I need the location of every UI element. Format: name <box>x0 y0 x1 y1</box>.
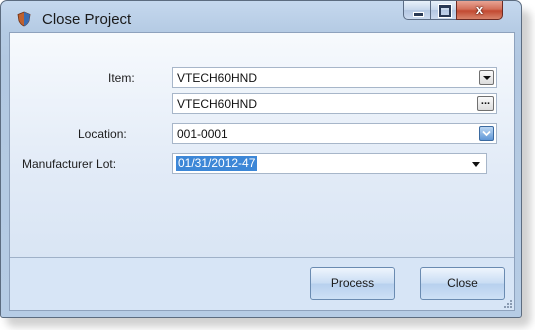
item-description-field[interactable]: VTECH60HND ... <box>172 93 497 114</box>
manufacturer-lot-label: Manufacturer Lot: <box>22 157 117 171</box>
resize-grip-icon[interactable] <box>502 298 512 308</box>
dialog-client-area: Item: VTECH60HND VTECH60HND ... Location… <box>9 32 515 311</box>
chevron-down-icon <box>482 130 491 137</box>
maximize-button[interactable] <box>430 1 457 20</box>
chevron-down-icon <box>483 76 491 80</box>
caption-buttons: x <box>403 1 511 21</box>
window-title: Close Project <box>42 11 132 28</box>
title-bar[interactable]: Close Project x <box>1 1 521 32</box>
location-value: 001-0001 <box>177 127 228 141</box>
form-panel: Item: VTECH60HND VTECH60HND ... Location… <box>10 33 514 257</box>
process-button[interactable]: Process <box>310 267 395 300</box>
close-button[interactable]: Close <box>420 267 505 300</box>
button-panel: Process Close <box>10 258 514 310</box>
close-project-dialog: Close Project x Item: VTECH60HND VTECH60… <box>0 0 522 318</box>
item-dropdown[interactable]: VTECH60HND <box>172 67 497 88</box>
browse-ellipsis-button[interactable]: ... <box>477 96 494 111</box>
item-description-value: VTECH60HND <box>177 97 258 111</box>
close-window-button[interactable]: x <box>456 1 503 20</box>
location-dropdown[interactable]: 001-0001 <box>172 123 497 144</box>
item-dropdown-button[interactable] <box>479 70 494 85</box>
item-value: VTECH60HND <box>177 71 258 85</box>
location-label: Location: <box>78 127 127 141</box>
minimize-icon <box>413 12 424 17</box>
item-label: Item: <box>108 71 135 85</box>
manufacturer-lot-combobox[interactable]: 01/31/2012-47 <box>172 153 487 174</box>
maximize-icon <box>439 5 451 17</box>
minimize-button[interactable] <box>403 1 431 20</box>
close-icon: x <box>475 2 484 17</box>
location-dropdown-button[interactable] <box>479 126 494 141</box>
manufacturer-lot-value[interactable]: 01/31/2012-47 <box>176 156 258 171</box>
shield-app-icon <box>17 11 31 27</box>
chevron-down-icon[interactable] <box>472 162 480 167</box>
